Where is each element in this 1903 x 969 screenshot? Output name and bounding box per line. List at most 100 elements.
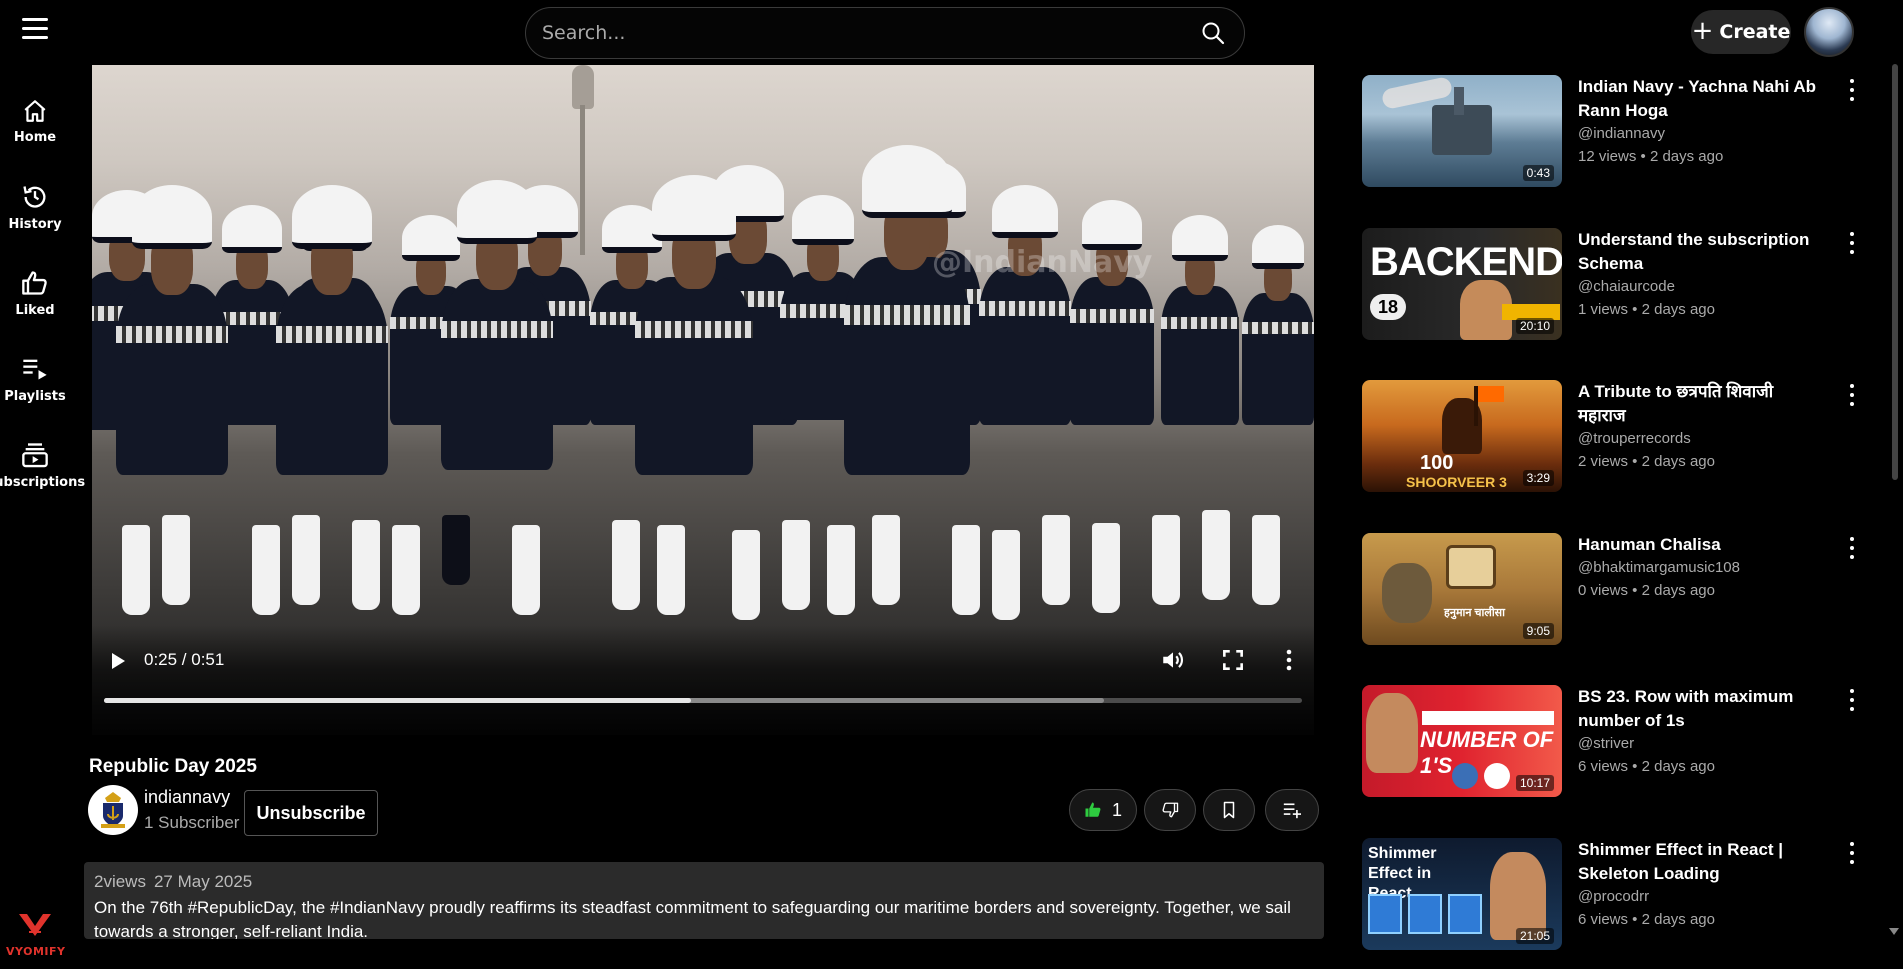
scrollbar-thumb[interactable]: [1892, 64, 1898, 480]
progress-bar[interactable]: [104, 698, 1302, 703]
description-meta: 2views 27 May 2025: [94, 872, 1314, 892]
video-thumbnail[interactable]: 100 SHOORVEER 3 3:29: [1362, 380, 1562, 492]
channel-avatar[interactable]: [88, 785, 138, 835]
recommended-video[interactable]: 100 SHOORVEER 3 3:29 A Tribute to छत्रपत…: [1362, 380, 1862, 494]
create-label: Create: [1719, 21, 1791, 43]
video-title: Republic Day 2025: [89, 756, 257, 777]
sidebar-item-playlists[interactable]: Playlists: [0, 336, 70, 422]
more-options-icon[interactable]: [1846, 842, 1858, 864]
more-options-icon[interactable]: [1846, 232, 1858, 254]
more-options-icon[interactable]: [1284, 647, 1294, 673]
dislike-button[interactable]: [1144, 789, 1196, 831]
unsubscribe-button[interactable]: Unsubscribe: [244, 790, 378, 836]
thumbnail-text: BACKEND: [1370, 240, 1562, 284]
video-title[interactable]: Indian Navy - Yachna Nahi Ab Rann Hoga: [1578, 75, 1818, 123]
more-options-icon[interactable]: [1846, 537, 1858, 559]
video-thumbnail[interactable]: Shimmer Effect in React 21:05: [1362, 838, 1562, 950]
search-bar: [525, 7, 1245, 59]
description-box[interactable]: 2views 27 May 2025 On the 76th #RepublicD…: [84, 862, 1324, 939]
more-options-icon[interactable]: [1846, 689, 1858, 711]
video-title[interactable]: Understand the subscription Schema: [1578, 228, 1818, 276]
video-meta: 0 views • 2 days ago: [1578, 582, 1715, 599]
channel-name[interactable]: indiannavy: [144, 787, 230, 808]
fullscreen-icon[interactable]: [1220, 647, 1246, 673]
brand-name: VYOMIFY: [6, 945, 66, 958]
bookmark-icon: [1223, 801, 1235, 819]
avatar[interactable]: [1804, 7, 1854, 57]
video-meta: 12 views • 2 days ago: [1578, 148, 1724, 165]
brand-logo[interactable]: VYOMIFY: [6, 910, 66, 958]
video-duration: 10:17: [1515, 775, 1554, 791]
more-options-icon[interactable]: [1846, 79, 1858, 101]
video-meta: 2 views • 2 days ago: [1578, 453, 1715, 470]
sidebar-item-home[interactable]: Home: [0, 78, 70, 164]
playback-time: 0:25 / 0:51: [144, 650, 225, 669]
played-bar: [104, 698, 692, 703]
sailor-figure: [1070, 200, 1154, 425]
sailor-figure: [116, 185, 228, 475]
video-title[interactable]: BS 23. Row with maximum number of 1s: [1578, 685, 1818, 733]
video-meta: 1 views • 2 days ago: [1578, 301, 1715, 318]
channel-name[interactable]: @bhaktimargamusic108: [1578, 559, 1740, 576]
sailor-figure: [210, 205, 294, 425]
recommended-video[interactable]: हनुमान चालीसा 9:05 Hanuman Chalisa @bhak…: [1362, 533, 1862, 647]
channel-name[interactable]: @trouperrecords: [1578, 430, 1691, 447]
channel-name[interactable]: @procodrr: [1578, 888, 1649, 905]
sailor-figure: [276, 185, 388, 475]
view-count: 2views: [94, 872, 146, 891]
sailor-figure: [1241, 225, 1314, 425]
subscriptions-icon: [22, 442, 48, 467]
video-duration: 21:05: [1515, 928, 1554, 944]
sidebar-item-liked[interactable]: Liked: [0, 250, 70, 336]
video-title[interactable]: Hanuman Chalisa: [1578, 533, 1818, 557]
search-icon[interactable]: [1198, 18, 1228, 48]
video-duration: 3:29: [1522, 470, 1554, 486]
scroll-down-arrow-icon[interactable]: [1889, 928, 1899, 935]
video-thumbnail[interactable]: BACKEND 18 20:10: [1362, 228, 1562, 340]
thumbs-up-icon: [1085, 802, 1101, 817]
video-thumbnail[interactable]: 0:43: [1362, 75, 1562, 187]
recommended-video[interactable]: 0:43 Indian Navy - Yachna Nahi Ab Rann H…: [1362, 75, 1862, 189]
like-button[interactable]: 1: [1069, 789, 1137, 831]
home-icon: [24, 99, 46, 122]
sidebar-item-label: Playlists: [4, 388, 66, 404]
create-button[interactable]: + Create: [1691, 10, 1791, 54]
thumbnail-number: 18: [1370, 294, 1406, 320]
upload-date: 27 May 2025: [153, 872, 253, 891]
channel-name[interactable]: @chaiaurcode: [1578, 278, 1675, 295]
sailor-figure: [441, 180, 553, 470]
video-duration: 20:10: [1515, 318, 1554, 334]
thumbnail-text: SHOORVEER 3: [1406, 474, 1507, 490]
video-player[interactable]: @IndianNavy 0:25 / 0:51: [92, 65, 1314, 735]
search-input[interactable]: [542, 22, 1198, 44]
more-options-icon[interactable]: [1846, 384, 1858, 406]
recommended-video[interactable]: Shimmer Effect in React 21:05 Shimmer Ef…: [1362, 838, 1862, 952]
video-thumbnail[interactable]: NUMBER OF 1'S 10:17: [1362, 685, 1562, 797]
video-duration: 0:43: [1522, 165, 1554, 181]
playlist-icon: [23, 359, 47, 379]
sidebar-item-history[interactable]: History: [0, 164, 70, 250]
channel-name[interactable]: @striver: [1578, 735, 1634, 752]
plus-icon: +: [1691, 15, 1714, 46]
channel-name[interactable]: @indiannavy: [1578, 125, 1665, 142]
thumbs-up-icon: [22, 270, 47, 295]
video-title[interactable]: A Tribute to छत्रपति शिवाजी महाराज: [1578, 380, 1818, 428]
save-button[interactable]: [1203, 789, 1255, 831]
thumbnail-text: हनुमान चालीसा: [1444, 607, 1505, 619]
menu-icon[interactable]: [22, 18, 48, 40]
video-thumbnail[interactable]: हनुमान चालीसा 9:05: [1362, 533, 1562, 645]
sailor-figure: [844, 145, 970, 475]
video-watermark: @IndianNavy: [932, 245, 1153, 280]
sidebar: Home History Liked Playlists Subscriptio…: [0, 78, 85, 508]
logo-icon: [6, 910, 64, 945]
add-to-playlist-button[interactable]: [1265, 789, 1319, 831]
sidebar-item-label: Liked: [15, 302, 55, 318]
volume-icon[interactable]: [1160, 647, 1186, 673]
navy-crest-icon: [101, 792, 125, 828]
sidebar-item-label: History: [8, 216, 62, 232]
recommended-video[interactable]: NUMBER OF 1'S 10:17 BS 23. Row with maxi…: [1362, 685, 1862, 799]
video-title[interactable]: Shimmer Effect in React | Skeleton Loadi…: [1578, 838, 1818, 886]
sidebar-item-subscriptions[interactable]: Subscriptions: [0, 422, 85, 508]
recommended-video[interactable]: BACKEND 18 20:10 Understand the subscrip…: [1362, 228, 1862, 342]
play-icon[interactable]: [106, 649, 130, 673]
